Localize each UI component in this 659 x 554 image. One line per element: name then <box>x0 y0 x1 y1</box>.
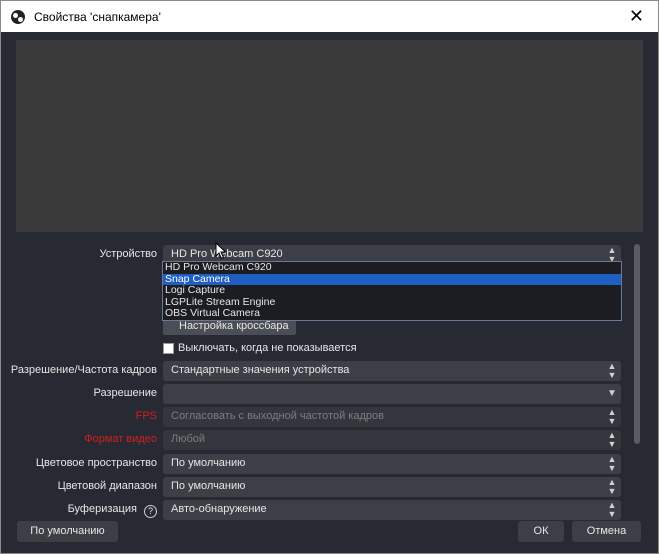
color-space-select[interactable]: По умолчанию ▲ ▼ <box>163 454 621 474</box>
updown-arrow-icon: ▲ ▼ <box>607 477 617 496</box>
color-space-value: По умолчанию <box>171 457 246 469</box>
chevron-down-icon: ▼ <box>607 388 617 399</box>
crossbar-config-button[interactable]: Настройка кроссбара <box>163 319 296 335</box>
updown-arrow-icon: ▲ ▼ <box>607 430 617 449</box>
color-range-label: Цветовой диапазон <box>57 480 157 492</box>
device-label: Устройство <box>99 248 157 260</box>
obs-logo-icon <box>11 10 25 24</box>
color-range-row: Цветовой диапазон По умолчанию ▲ ▼ <box>1 477 631 497</box>
updown-arrow-icon: ▲ ▼ <box>607 407 617 426</box>
color-space-label: Цветовое пространство <box>35 457 157 469</box>
fps-label: FPS <box>135 410 157 422</box>
mouse-cursor-icon <box>215 242 227 260</box>
video-format-row: Формат видео Любой ▲ ▼ <box>1 430 631 450</box>
updown-arrow-icon: ▲ ▼ <box>607 500 617 519</box>
fps-row: FPS Согласовать с выходной частотой кадр… <box>1 407 631 427</box>
source-preview <box>16 40 643 232</box>
updown-arrow-icon: ▲ ▼ <box>607 361 617 380</box>
dropdown-option-selected[interactable]: Snap Camera <box>163 273 621 286</box>
color-range-value: По умолчанию <box>171 480 246 492</box>
video-format-label: Формат видео <box>84 433 157 445</box>
deactivate-when-hidden-label: Выключать, когда не показывается <box>178 342 357 354</box>
buffering-label: Буферизация <box>67 503 137 515</box>
cancel-button[interactable]: Отмена <box>572 521 641 542</box>
title-bar: Свойства 'снапкамера' ✕ <box>0 0 659 32</box>
deactivate-when-hidden-checkbox[interactable] <box>163 343 174 354</box>
video-format-select[interactable]: Любой ▲ ▼ <box>163 430 621 450</box>
video-format-value: Любой <box>171 433 206 445</box>
buffering-label-wrap: Буферизация ? <box>68 503 157 518</box>
properties-dialog: Устройство HD Pro Webcam C920 ▲ ▼ HD Pro … <box>0 32 659 554</box>
fps-value: Согласовать с выходной частотой кадров <box>171 410 384 422</box>
updown-arrow-icon: ▲ ▼ <box>607 454 617 473</box>
resolution-fps-type-row: Разрешение/Частота кадров Стандартные зн… <box>1 361 631 381</box>
properties-scrollbar[interactable] <box>632 236 642 516</box>
buffering-value: Авто-обнаружение <box>171 503 267 515</box>
color-space-row: Цветовое пространство По умолчанию ▲ ▼ <box>1 454 631 474</box>
resolution-label: Разрешение <box>93 387 157 399</box>
dropdown-option[interactable]: HD Pro Webcam C920 <box>163 261 621 274</box>
resolution-fps-type-label: Разрешение/Частота кадров <box>10 364 157 376</box>
help-icon[interactable]: ? <box>144 505 157 518</box>
defaults-button[interactable]: По умолчанию <box>17 521 118 542</box>
resolution-combobox[interactable]: ▼ <box>163 384 621 404</box>
window-title: Свойства 'снапкамера' <box>34 10 161 24</box>
close-icon[interactable]: ✕ <box>629 6 644 26</box>
resolution-fps-type-value: Стандартные значения устройства <box>171 364 350 376</box>
ok-button[interactable]: ОК <box>518 521 564 542</box>
buffering-row: Буферизация ? Авто-обнаружение ▲ ▼ <box>1 500 631 520</box>
dropdown-option[interactable]: OBS Virtual Camera <box>163 308 621 320</box>
fps-select[interactable]: Согласовать с выходной частотой кадров ▲… <box>163 407 621 427</box>
device-dropdown-list[interactable]: HD Pro Webcam C920 Snap Camera Logi Capt… <box>162 261 622 321</box>
buffering-select[interactable]: Авто-обнаружение ▲ ▼ <box>163 500 621 520</box>
resolution-row: Разрешение ▼ <box>1 384 631 404</box>
resolution-fps-type-select[interactable]: Стандартные значения устройства ▲ ▼ <box>163 361 621 381</box>
scrollbar-thumb[interactable] <box>634 244 640 444</box>
color-range-select[interactable]: По умолчанию ▲ ▼ <box>163 477 621 497</box>
